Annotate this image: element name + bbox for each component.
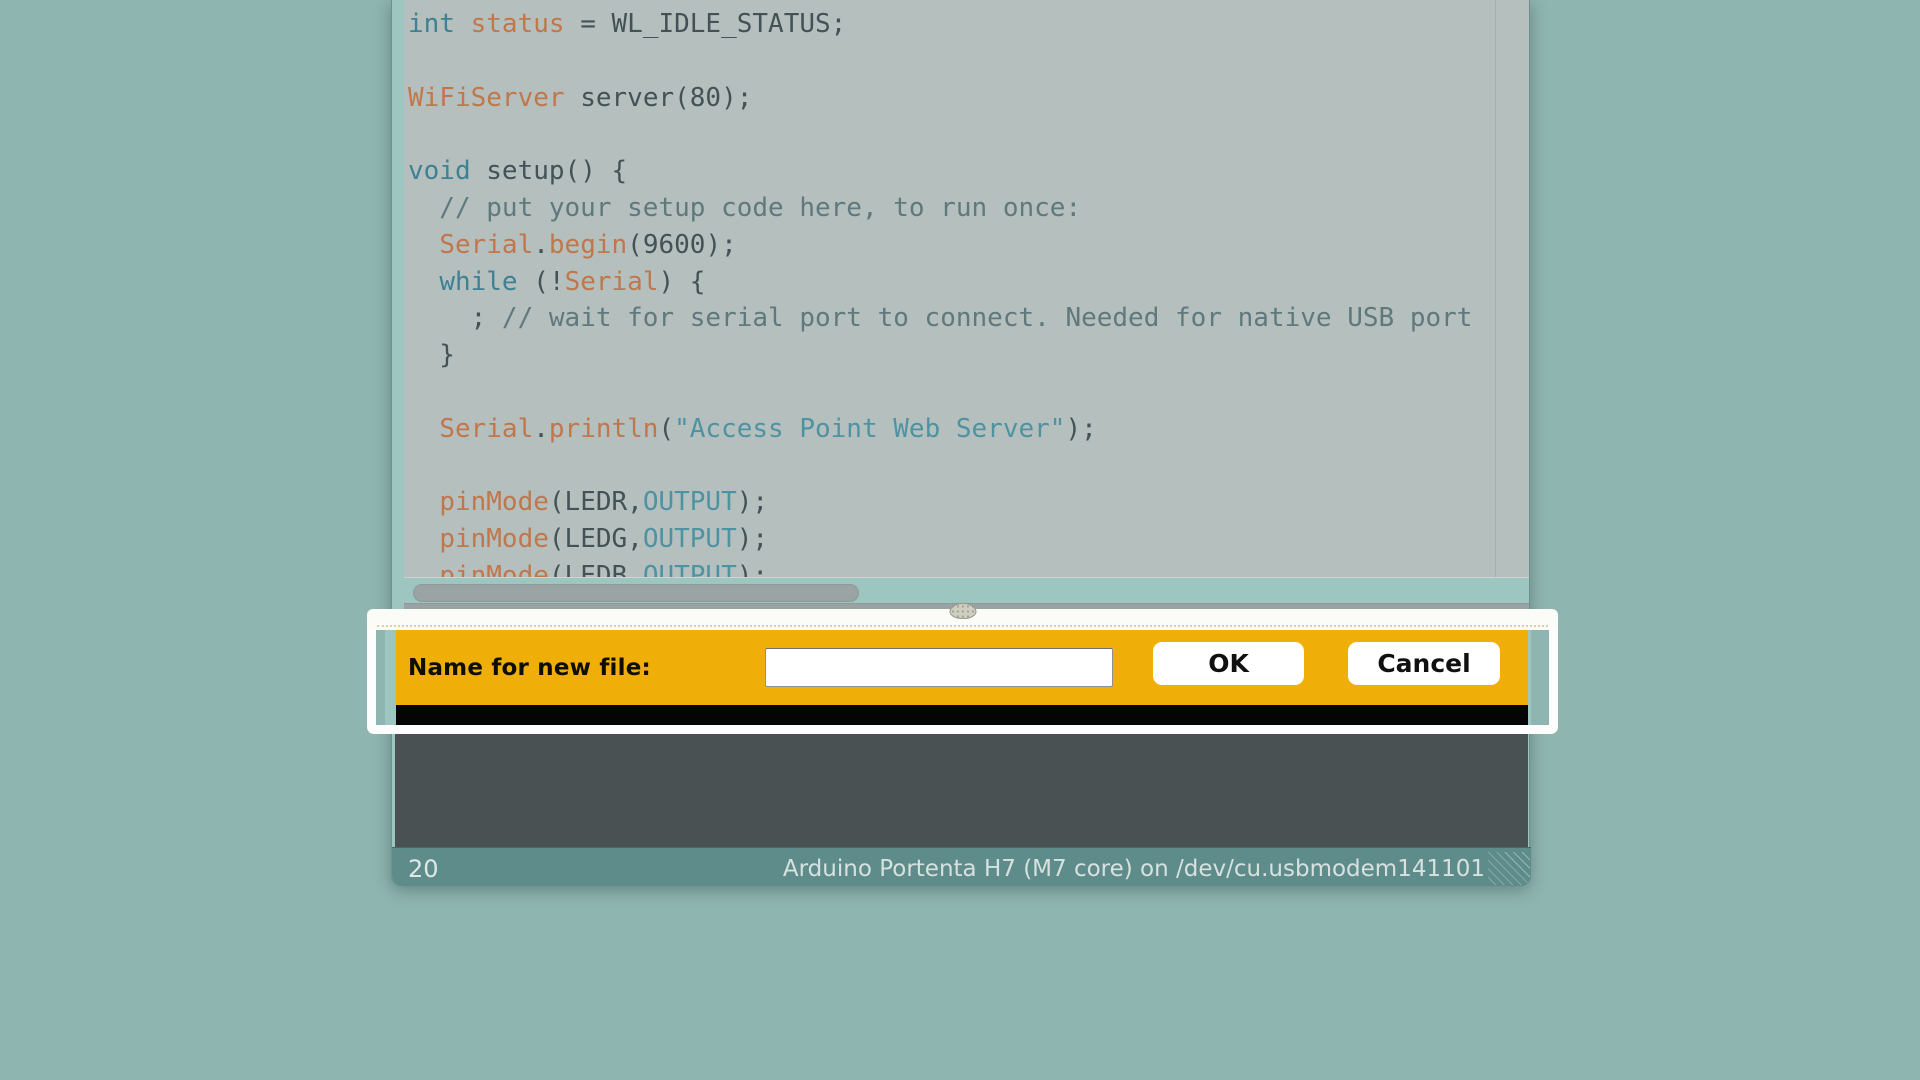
code-line: pinMode(LEDB,OUTPUT); (408, 558, 1472, 577)
code-editor[interactable]: int status = WL_IDLE_STATUS; WiFiServer … (404, 0, 1529, 577)
code-area: int status = WL_IDLE_STATUS; WiFiServer … (408, 6, 1472, 577)
window-left-margin (376, 630, 396, 705)
console-top-bar (396, 705, 1528, 725)
line-number: 20 (408, 855, 439, 883)
code-line: Serial.println("Access Point Web Server"… (408, 411, 1472, 448)
code-line: Serial.begin(9600); (408, 227, 1472, 264)
code-line (408, 43, 1472, 80)
print-margin-guide (1495, 0, 1496, 577)
cancel-button[interactable]: Cancel (1348, 642, 1500, 685)
code-line: pinMode(LEDG,OUTPUT); (408, 521, 1472, 558)
arduino-ide-window: int status = WL_IDLE_STATUS; WiFiServer … (391, 0, 1530, 886)
code-line: pinMode(LEDR,OUTPUT); (408, 484, 1472, 521)
window-left-margin (376, 705, 396, 725)
splitter-bar[interactable] (367, 609, 1558, 630)
status-bar: 20 Arduino Portenta H7 (M7 core) on /dev… (392, 847, 1531, 886)
highlight-border-bottom (367, 725, 1558, 734)
code-line: int status = WL_IDLE_STATUS; (408, 6, 1472, 43)
prompt-label: Name for new file: (408, 655, 651, 681)
window-right-margin (1528, 630, 1549, 705)
resize-grip-icon[interactable] (1488, 852, 1530, 885)
code-line: ; // wait for serial port to connect. Ne… (408, 300, 1472, 337)
code-line (408, 374, 1472, 411)
highlight-annotation: Name for new file: OK Cancel (367, 609, 1558, 734)
desktop-background: int status = WL_IDLE_STATUS; WiFiServer … (0, 0, 1920, 1080)
console-output (395, 734, 1528, 847)
board-port-status: Arduino Portenta H7 (M7 core) on /dev/cu… (783, 856, 1485, 882)
code-line: while (!Serial) { (408, 264, 1472, 301)
splitter-dotted-line (377, 625, 1548, 627)
code-line: } (408, 337, 1472, 374)
code-line: void setup() { (408, 153, 1472, 190)
code-line (408, 116, 1472, 153)
editor-bottom-divider (404, 577, 1529, 578)
window-right-margin (1528, 705, 1549, 725)
new-file-prompt-bar: Name for new file: OK Cancel (396, 630, 1528, 705)
filename-input[interactable] (765, 648, 1113, 687)
splitter-grip-icon[interactable] (949, 603, 976, 619)
horizontal-scrollbar-thumb[interactable] (413, 584, 859, 602)
ok-button[interactable]: OK (1153, 642, 1304, 685)
code-line: WiFiServer server(80); (408, 80, 1472, 117)
code-line: // put your setup code here, to run once… (408, 190, 1472, 227)
code-line (408, 448, 1472, 485)
